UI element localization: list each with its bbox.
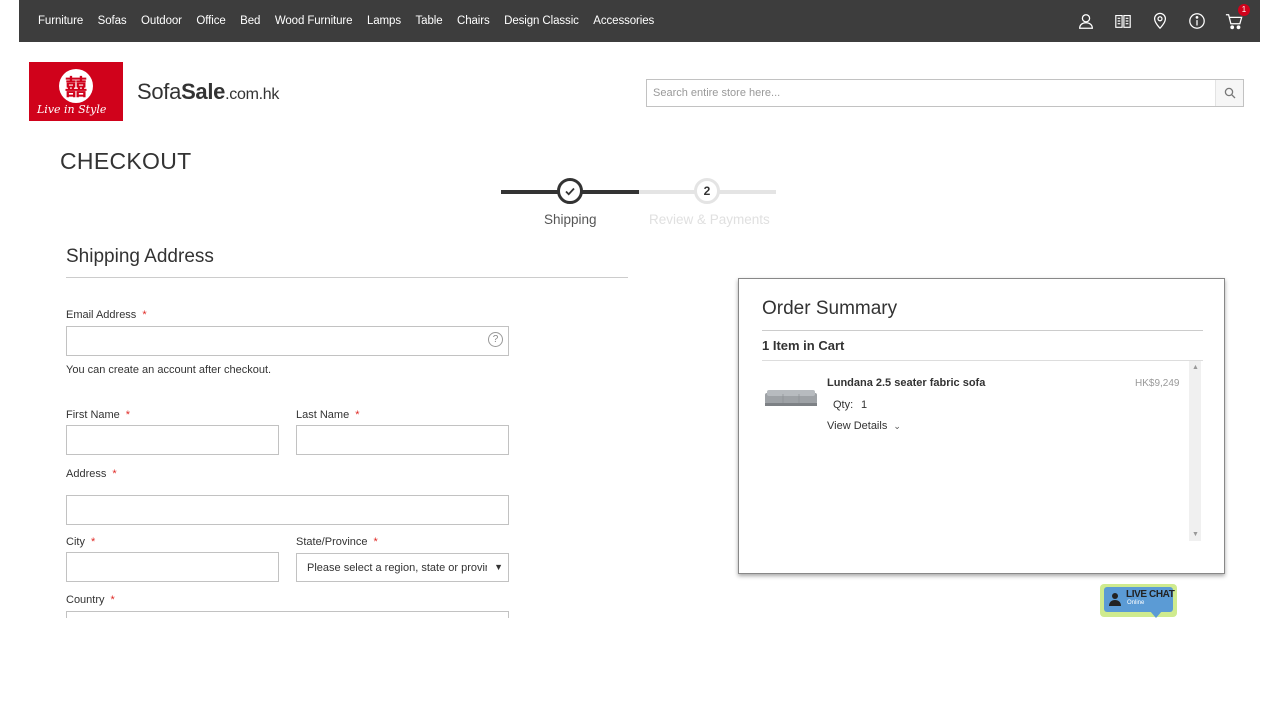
- menu-item-bed[interactable]: Bed: [240, 15, 260, 27]
- main-menu: Furniture Sofas Outdoor Office Bed Wood …: [38, 0, 669, 42]
- menu-item-table[interactable]: Table: [416, 15, 443, 27]
- step-review-payments: 2: [694, 178, 720, 204]
- scroll-down-icon[interactable]: ▼: [1192, 531, 1199, 538]
- logo-emblem: 囍 Live in Style: [29, 62, 127, 121]
- country-select[interactable]: [66, 611, 509, 618]
- quantity-value: 1: [861, 399, 868, 411]
- product-price: HK$9,249: [1135, 378, 1180, 389]
- city-label: City *: [66, 536, 96, 548]
- cart-icon[interactable]: 1: [1224, 4, 1250, 31]
- order-summary: Order Summary 1 Item in Cart ▲ ▼ Lundana…: [738, 278, 1225, 574]
- items-in-cart-toggle[interactable]: 1 Item in Cart: [762, 338, 844, 353]
- site-name: SofaSale.com.hk: [137, 78, 280, 104]
- menu-item-office[interactable]: Office: [196, 15, 225, 27]
- menu-item-sofas[interactable]: Sofas: [98, 15, 127, 27]
- menu-item-accessories[interactable]: Accessories: [593, 15, 654, 27]
- search-icon: [1224, 87, 1235, 99]
- shipping-address-heading: Shipping Address: [66, 246, 214, 267]
- step-shipping-label[interactable]: Shipping: [544, 212, 597, 227]
- cart-count-badge: 1: [1238, 4, 1250, 16]
- dropdown-arrow-icon: ▼: [494, 562, 503, 572]
- email-field: ?: [66, 326, 509, 356]
- product-name: Lundana 2.5 seater fabric sofa: [827, 377, 986, 389]
- city-input[interactable]: [67, 553, 278, 581]
- search-box: [646, 79, 1244, 107]
- menu-item-chairs[interactable]: Chairs: [457, 15, 490, 27]
- summary-scrollbar[interactable]: ▲ ▼: [1189, 361, 1201, 541]
- order-summary-title: Order Summary: [762, 298, 898, 319]
- menu-item-outdoor[interactable]: Outdoor: [141, 15, 182, 27]
- page-title: CHECKOUT: [60, 148, 192, 174]
- quantity-label: Qty:: [833, 399, 854, 411]
- address-field: [66, 495, 509, 525]
- email-label: Email Address *: [66, 309, 147, 321]
- address-label: Address *: [66, 468, 117, 480]
- email-note: You can create an account after checkout…: [66, 364, 272, 376]
- section-divider: [66, 277, 628, 278]
- first-name-field: [66, 425, 279, 455]
- last-name-input[interactable]: [297, 426, 508, 454]
- live-chat-label: LIVE CHAT: [1126, 589, 1175, 600]
- summary-divider: [762, 330, 1203, 331]
- live-chat-button[interactable]: LIVE CHAT Online: [1100, 584, 1177, 618]
- account-icon[interactable]: [1076, 11, 1096, 31]
- menu-item-design-classic[interactable]: Design Classic: [504, 15, 579, 27]
- logo-tagline: Live in Style: [37, 103, 107, 116]
- summary-divider: [762, 360, 1203, 361]
- chevron-down-icon: ⌄: [893, 421, 901, 431]
- scroll-up-icon[interactable]: ▲: [1192, 364, 1199, 371]
- search-input[interactable]: [647, 80, 1207, 106]
- step-shipping[interactable]: [557, 178, 583, 204]
- step-review-payments-label: Review & Payments: [649, 212, 770, 227]
- email-input[interactable]: [67, 327, 508, 355]
- help-icon[interactable]: ?: [488, 332, 503, 347]
- first-name-input[interactable]: [67, 426, 278, 454]
- menu-item-lamps[interactable]: Lamps: [367, 15, 401, 27]
- state-select[interactable]: Please select a region, state or provinc…: [296, 553, 509, 582]
- info-icon[interactable]: [1187, 11, 1207, 31]
- state-label: State/Province *: [296, 536, 378, 548]
- catalog-icon[interactable]: [1113, 11, 1133, 31]
- menu-item-wood-furniture[interactable]: Wood Furniture: [275, 15, 353, 27]
- site-logo[interactable]: 囍 Live in Style SofaSale.com.hk: [29, 62, 279, 121]
- menu-item-furniture[interactable]: Furniture: [38, 15, 83, 27]
- chat-bubble-tail: [1150, 611, 1162, 618]
- product-thumbnail: [765, 390, 817, 406]
- country-label: Country *: [66, 594, 115, 606]
- double-happiness-icon: 囍: [59, 69, 93, 103]
- address-input[interactable]: [67, 496, 508, 524]
- search-button[interactable]: [1215, 80, 1243, 106]
- location-icon[interactable]: [1150, 11, 1170, 31]
- last-name-label: Last Name *: [296, 409, 360, 421]
- live-chat-status: Online: [1127, 600, 1145, 606]
- header-icon-links: 1: [1059, 0, 1250, 42]
- person-icon: [1109, 593, 1121, 606]
- city-field: [66, 552, 279, 582]
- first-name-label: First Name *: [66, 409, 131, 421]
- view-details-toggle[interactable]: View Details ⌄: [827, 420, 901, 432]
- last-name-field: [296, 425, 509, 455]
- checkmark-icon: [565, 187, 575, 196]
- checkout-progress: 2 Shipping Review & Payments: [501, 176, 776, 236]
